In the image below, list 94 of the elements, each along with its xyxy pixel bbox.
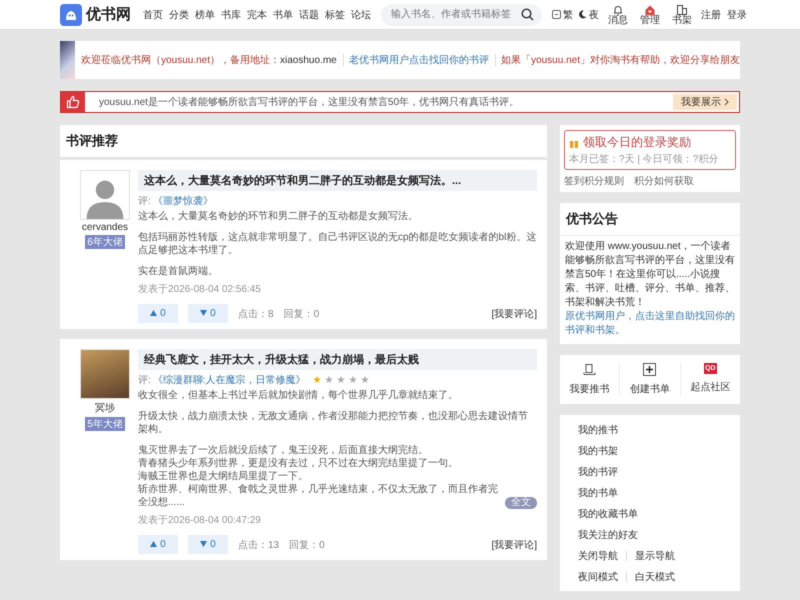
action-link[interactable]: 创建书单 [619,363,680,396]
menu-link[interactable]: 我的推书 [578,422,618,436]
comment-link[interactable]: [我要评论] [491,538,537,552]
downvote-button[interactable]: 0 [188,535,228,554]
nav-link[interactable]: 首页 [143,8,163,22]
toggle-link[interactable]: 夜 [579,8,599,22]
downvote-button[interactable]: 0 [188,304,228,323]
bell-icon [612,4,624,16]
upvote-button[interactable]: 0 [138,535,178,554]
reply-count: 回复：0 [284,308,320,320]
showcase-button[interactable]: 我要展示 [673,94,737,110]
reward-box[interactable]: 领取今日的登录奖励 本月已签：?天 | 今日可领：?积分 [564,130,736,170]
section-title: 书评推荐 [66,133,118,148]
nav-link[interactable]: 论坛 [351,8,371,22]
avatar-silhouette[interactable] [80,170,130,220]
review-text: 海贼王世界也是大纲结局里提了一下。 [138,470,308,483]
username[interactable]: 冥埗 [95,401,115,415]
site-logo[interactable]: 优书网 [86,5,131,24]
up-triangle-icon [150,310,158,316]
click-count: 点击：8 [238,308,274,320]
panel-title: 优书公告 [560,203,740,236]
illustration-placeholder [60,41,76,79]
welcome-text[interactable]: 欢迎莅临优书网（yousuu.net），备用地址：xiaoshuo.me [81,53,337,67]
review-text: 鬼灭世界去了一次后就没后续了，鬼王没死，后面直接大纲完结。 [138,444,428,457]
menu-link[interactable]: 关闭导航 [578,548,618,562]
chevron-right-icon [724,98,729,106]
comment-link[interactable]: [我要评论] [491,306,537,320]
menu-link[interactable]: 我的书架 [578,444,618,458]
moon-icon [579,10,587,19]
review-text: 斩赤世界、柯南世界、食戟之灵世界，几乎光速结束，不仅太无敌了，而且作者完全没想...... [138,483,499,509]
review-label: 评: [138,195,151,208]
review-text: 升级太快，战力崩溃太快，无敌文通病，作者没那能力把控节奏，也没那心思去建设情节架构。 [138,410,529,436]
notice-text: yousuu.net是一个读者能够畅所欲言写书评的平台，这里没有禁言50年，优书网只有真话书评。 [98,96,520,109]
menu-link[interactable]: 显示导航 [635,548,675,562]
post-date: 发表于2026-08-04 02:56:45 [138,282,262,296]
down-triangle-icon [200,541,208,547]
menu-link[interactable]: 我的书评 [578,464,618,478]
announcement-text: 欢迎使用 www.yousuu.net，一个读者能够畅所欲言写书评的平台，这里没有禁言50年！在这里你可以.....小说搜索、书评、吐槽、评分、书单、推荐、书架和解决书荒！ [565,241,735,308]
points-link[interactable]: 签到积分规则 [564,174,624,188]
review-text: 包括玛丽苏性转版，这点就非常明显了。自己书评区说的无cp的都是吃女频读者的bl粉。这点足够把这本书埋了。 [138,231,537,257]
menu-link[interactable]: 白天模式 [635,570,675,584]
avatar-photo-placeholder[interactable] [80,349,130,399]
nav-link[interactable]: 榜单 [195,8,215,22]
header-icon-link[interactable]: 消息 [608,4,628,26]
reply-count: 回复：0 [289,538,325,552]
username[interactable]: cervandes [82,222,128,233]
review-title[interactable]: 经典飞鹿文，挂开太大，升级太猛，战力崩塌，最后太贱 [138,349,537,370]
book-link[interactable]: 《综漫群聊:人在魔宗，日常修魔》 [152,373,306,387]
toggle-link[interactable]: 繁 [552,8,573,22]
house-icon [644,4,656,16]
auth-link[interactable]: 登录 [727,8,747,22]
review-label: 评: [138,374,151,387]
nav-link[interactable]: 完本 [247,8,267,22]
menu-link[interactable]: 夜间模式 [578,570,618,584]
down-triangle-icon [200,310,208,316]
action-link[interactable]: 我要推书 [560,363,620,396]
click-count: 点击：13 [238,538,280,552]
user-badge: 6年大佬 [85,235,125,249]
post-date: 发表于2026-08-04 00:47:29 [138,514,262,527]
reward-stats: 本月已签：?天 | 今日可领：?积分 [569,152,720,166]
up-triangle-icon [150,541,158,547]
review-text: 收女很全，但基本上书过半后就加快剧情，每个世界几乎几章就结束了。 [138,389,458,402]
review-title[interactable]: 这本么，大量莫名奇妙的环节和男二胖子的互动都是女频写法。... [138,170,537,191]
menu-link[interactable]: 我的书单 [578,486,618,500]
book-icon [676,4,688,16]
share-text[interactable]: 如果「yousuu.net」对你淘书有帮助，欢迎分享给朋友 [501,53,740,67]
search-field[interactable]: 输入书名、作者或书籍标签 [381,4,542,26]
nav-link[interactable]: 标签 [325,8,345,22]
recover-link[interactable]: 老优书网用户点击找回你的书评 [348,53,489,67]
square-icon [552,10,561,19]
upvote-button[interactable]: 0 [138,304,178,323]
book-icon [583,363,596,376]
menu-link[interactable]: 我关注的好友 [578,528,638,542]
review-text: 青春猪头少年系列世界，更是没有去过，只不过在大纲完结里提了一句。 [138,457,458,470]
menu-link[interactable]: 我的收藏书单 [578,506,638,520]
points-link[interactable]: 积分如何获取 [634,174,694,188]
auth-link[interactable]: 注册 [701,8,721,22]
header-icon-link[interactable]: 管理 [640,4,660,26]
nav-link[interactable]: 书库 [221,8,241,22]
recover-link[interactable]: 原优书网用户，点击这里自助找回你的书评和书架。 [565,310,735,338]
review-text: 这本么，大量莫名奇妙的环节和男二胖子的互动都是女频写法。 [138,210,418,223]
nav-link[interactable]: 分类 [169,8,189,22]
logo-icon [60,4,82,26]
header-icon-link[interactable]: 书架 [672,4,692,26]
search-icon[interactable] [521,8,534,21]
nav-link[interactable]: 话题 [299,8,319,22]
plus-icon [643,363,656,376]
star-rating: ★ ★ ★ ★ ★ [312,374,370,386]
user-badge: 5年大佬 [85,417,125,431]
book-link[interactable]: 《噩梦惊袭》 [152,194,213,208]
thumbs-up-icon [66,95,80,109]
review-text: 实在是首鼠两端。 [138,265,218,278]
nav-link[interactable]: 书单 [273,8,293,22]
reward-title: 领取今日的登录奖励 [583,134,691,151]
